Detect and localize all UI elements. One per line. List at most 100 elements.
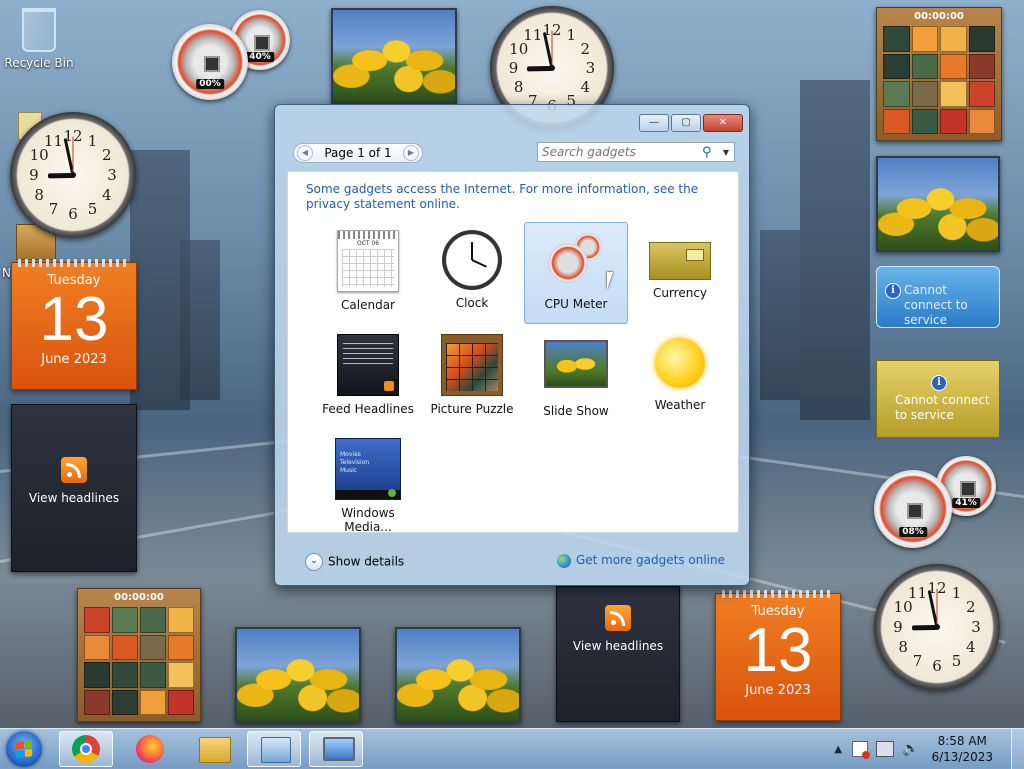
cpu-meter-icon xyxy=(546,231,606,291)
currency-gadget[interactable]: i Cannot connect to service xyxy=(876,266,1000,328)
gadget-tile-currency[interactable]: Currency xyxy=(628,222,732,324)
chevron-down-icon[interactable]: ▼ xyxy=(718,148,734,157)
puzzle-tile[interactable] xyxy=(968,81,995,107)
puzzle-tile[interactable] xyxy=(940,81,967,107)
puzzle-tile[interactable] xyxy=(883,53,910,79)
puzzle-tile[interactable] xyxy=(911,53,938,79)
previous-page-arrow-icon[interactable]: ◀ xyxy=(297,145,313,161)
clock-numeral: 8 xyxy=(34,185,44,204)
search-icon[interactable]: ⚲ xyxy=(702,145,718,160)
puzzle-tile[interactable] xyxy=(84,662,110,688)
puzzle-tile[interactable] xyxy=(84,607,110,633)
puzzle-tile[interactable] xyxy=(84,634,110,660)
puzzle-tile[interactable] xyxy=(112,634,138,660)
cpu-meter-gadget[interactable]: 40% 00% xyxy=(172,10,294,100)
calendar-gadget[interactable]: Tuesday 13 June 2023 xyxy=(715,590,841,721)
start-button[interactable] xyxy=(6,731,42,767)
cpu-meter-gadget[interactable]: 41% 08% xyxy=(874,456,998,548)
clock-numeral: 11 xyxy=(523,25,543,44)
puzzle-tile[interactable] xyxy=(968,108,995,134)
puzzle-grid[interactable] xyxy=(84,607,194,715)
picture-puzzle-gadget[interactable]: 00:00:00 xyxy=(876,7,1002,141)
taskbar-explorer[interactable] xyxy=(187,731,241,767)
privacy-notice[interactable]: Some gadgets access the Internet. For mo… xyxy=(306,182,726,212)
puzzle-tile[interactable] xyxy=(883,81,910,107)
recycle-bin[interactable]: Recycle Bin xyxy=(4,8,74,70)
puzzle-tile[interactable] xyxy=(140,634,166,660)
media-thumb-line: Movies xyxy=(340,451,361,458)
puzzle-tile[interactable] xyxy=(968,53,995,79)
puzzle-tile[interactable] xyxy=(940,53,967,79)
gadget-tile-windows-media[interactable]: Movies Television Music Windows Media... xyxy=(316,430,420,534)
action-center-flag-icon[interactable] xyxy=(852,741,871,759)
gadget-tile-clock[interactable]: Clock xyxy=(420,222,524,324)
puzzle-tile[interactable] xyxy=(883,26,910,52)
puzzle-tile[interactable] xyxy=(140,662,166,688)
search-box[interactable]: ⚲ ▼ xyxy=(537,142,735,162)
volume-muted-icon[interactable]: 🔈 xyxy=(902,741,919,757)
rss-icon xyxy=(61,457,87,483)
taskbar-chrome[interactable] xyxy=(59,731,113,767)
view-headlines-link[interactable]: View headlines xyxy=(12,491,136,505)
puzzle-tile[interactable] xyxy=(911,108,938,134)
puzzle-tile[interactable] xyxy=(112,662,138,688)
taskbar-firefox[interactable] xyxy=(123,731,177,767)
gadget-tile-feed-headlines[interactable]: Feed Headlines xyxy=(316,326,420,428)
taskbar-gadgets[interactable] xyxy=(247,731,301,767)
puzzle-tile[interactable] xyxy=(84,689,110,715)
puzzle-tile[interactable] xyxy=(112,607,138,633)
puzzle-tile[interactable] xyxy=(140,607,166,633)
puzzle-tile[interactable] xyxy=(911,81,938,107)
picture-puzzle-gadget[interactable]: 00:00:00 xyxy=(77,588,201,722)
clock-numeral: 4 xyxy=(966,637,976,656)
show-desktop-button[interactable] xyxy=(1011,729,1024,769)
clock-gadget[interactable]: 121234567891011 xyxy=(10,112,136,238)
minimize-button[interactable]: — xyxy=(639,114,669,132)
clock-sec-hand xyxy=(936,587,938,627)
puzzle-timer: 00:00:00 xyxy=(914,10,964,22)
display-icon xyxy=(323,737,355,761)
gadget-tile-slide-show[interactable]: Slide Show xyxy=(524,326,628,428)
puzzle-tile[interactable] xyxy=(168,662,194,688)
gadget-tile-picture-puzzle[interactable]: Picture Puzzle xyxy=(420,326,524,428)
puzzle-tile[interactable] xyxy=(168,607,194,633)
puzzle-tile[interactable] xyxy=(140,689,166,715)
gadget-tile-weather[interactable]: Weather xyxy=(628,326,732,428)
get-more-gadgets-link[interactable]: Get more gadgets online xyxy=(556,553,725,568)
calendar-gadget[interactable]: Tuesday 13 June 2023 xyxy=(11,259,137,390)
clock-icon xyxy=(442,230,502,290)
puzzle-grid[interactable] xyxy=(883,26,995,134)
weather-gadget[interactable]: i Cannot connect to service xyxy=(876,360,1000,438)
show-hidden-icons-arrow-icon[interactable]: ▲ xyxy=(834,744,842,755)
maximize-button[interactable]: ▢ xyxy=(671,114,701,132)
gadget-tile-calendar[interactable]: OCT 06 Calendar xyxy=(316,222,420,324)
clock-numeral: 7 xyxy=(912,651,923,670)
puzzle-tile[interactable] xyxy=(940,108,967,134)
puzzle-tile[interactable] xyxy=(883,108,910,134)
taskbar-display[interactable] xyxy=(309,731,363,767)
puzzle-tile[interactable] xyxy=(968,26,995,52)
media-thumb-line: Music xyxy=(340,467,358,474)
puzzle-tile[interactable] xyxy=(168,634,194,660)
puzzle-tile[interactable] xyxy=(940,26,967,52)
slideshow-gadget[interactable] xyxy=(331,8,457,104)
next-page-arrow-icon[interactable]: ▶ xyxy=(403,145,419,161)
feed-headlines-gadget[interactable]: View headlines xyxy=(11,404,137,572)
puzzle-tile[interactable] xyxy=(168,689,194,715)
network-icon[interactable] xyxy=(876,741,895,757)
puzzle-tile[interactable] xyxy=(911,26,938,52)
slideshow-gadget[interactable] xyxy=(876,156,1000,252)
puzzle-tile[interactable] xyxy=(112,689,138,715)
feed-headlines-gadget[interactable]: View headlines xyxy=(556,586,680,722)
show-details-toggle[interactable]: ⌄ Show details xyxy=(305,553,404,571)
view-headlines-link[interactable]: View headlines xyxy=(557,639,679,653)
search-input[interactable] xyxy=(538,144,702,160)
clock-numeral: 6 xyxy=(68,205,78,224)
calendar-month-year: June 2023 xyxy=(745,683,811,698)
slideshow-gadget[interactable] xyxy=(395,627,521,723)
close-button[interactable]: ✕ xyxy=(703,114,743,132)
clock-numeral: 11 xyxy=(43,132,64,151)
slideshow-gadget[interactable] xyxy=(235,627,361,723)
taskbar-clock[interactable]: 8:58 AM 6/13/2023 xyxy=(931,733,993,765)
clock-gadget[interactable]: 121234567891011 xyxy=(874,564,1000,690)
